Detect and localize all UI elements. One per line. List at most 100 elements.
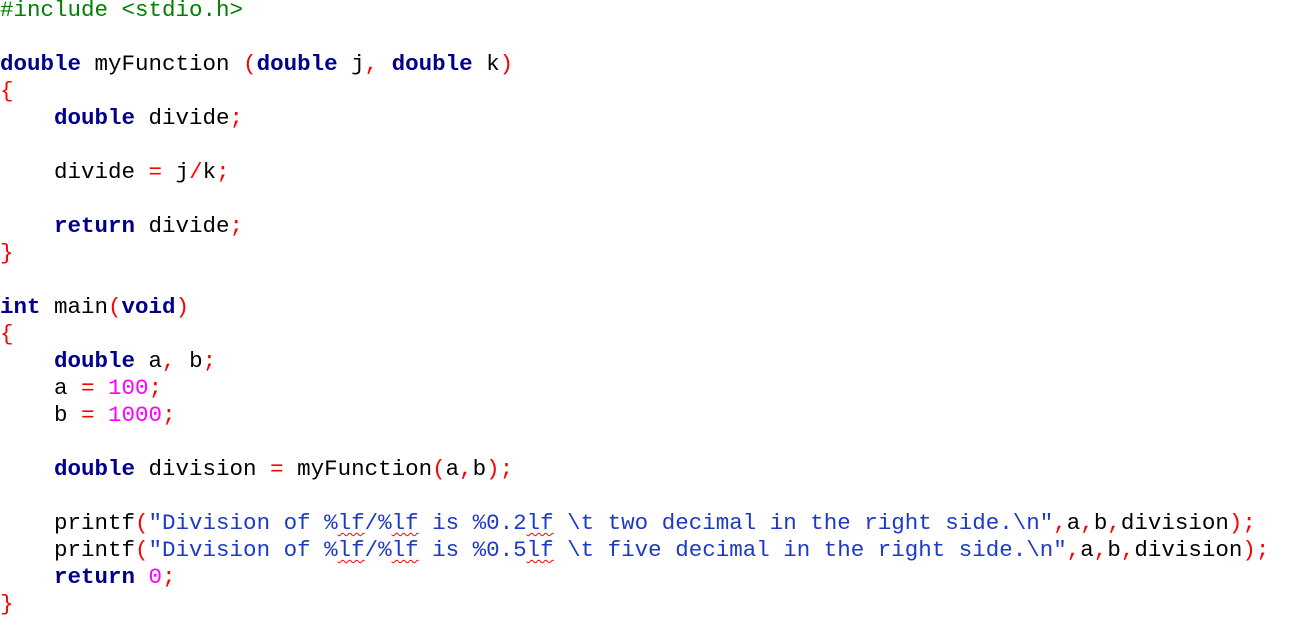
code-line[interactable]: int main(void) bbox=[0, 294, 189, 321]
identifier-token: divide bbox=[0, 159, 149, 185]
identifier-token: division bbox=[135, 456, 271, 482]
code-line[interactable]: double divide; bbox=[0, 105, 243, 132]
string-literal: \t five decimal in the right side.\n" bbox=[553, 537, 1067, 563]
operator-token: ) bbox=[1242, 537, 1256, 563]
identifier-token: a bbox=[445, 456, 460, 482]
keyword-token: double bbox=[54, 348, 136, 374]
number-literal: 0 bbox=[148, 564, 163, 590]
keyword-token: return bbox=[54, 564, 136, 590]
identifier-token bbox=[0, 564, 54, 590]
operator-token: = bbox=[81, 375, 95, 401]
code-line[interactable]: printf("Division of %lf/%lf is %0.2lf \t… bbox=[0, 510, 1256, 537]
code-line[interactable]: #include <stdio.h> bbox=[0, 0, 243, 24]
string-literal: "Division of % bbox=[148, 537, 338, 563]
identifier-token: j bbox=[337, 51, 365, 77]
operator-token: ( bbox=[135, 510, 149, 536]
operator-token: } bbox=[0, 591, 14, 617]
identifier-token: a bbox=[1066, 510, 1081, 536]
operator-token: , bbox=[1120, 537, 1135, 563]
operator-token: ( bbox=[108, 294, 122, 320]
operator-token: ) bbox=[1228, 510, 1243, 536]
string-literal: is %0.5 bbox=[418, 537, 527, 563]
keyword-token: int bbox=[0, 294, 41, 320]
identifier-token: a bbox=[0, 375, 82, 401]
identifier-token bbox=[95, 375, 109, 401]
spellcheck-flagged-token: lf bbox=[526, 510, 554, 536]
spellcheck-flagged-token: lf bbox=[337, 510, 365, 536]
spellcheck-flagged-token: lf bbox=[391, 510, 419, 536]
operator-token: ; bbox=[499, 456, 514, 482]
operator-token: ( bbox=[135, 537, 149, 563]
operator-token: ) bbox=[175, 294, 190, 320]
identifier-token: a bbox=[135, 348, 163, 374]
string-literal: /% bbox=[364, 537, 392, 563]
code-line[interactable]: double division = myFunction(a,b); bbox=[0, 456, 513, 483]
identifier-token: b bbox=[1093, 510, 1108, 536]
identifier-token bbox=[135, 564, 149, 590]
operator-token: ; bbox=[162, 564, 176, 590]
keyword-token: double bbox=[0, 51, 82, 77]
keyword-token: return bbox=[54, 213, 136, 239]
code-line[interactable]: } bbox=[0, 591, 14, 618]
code-line[interactable]: b = 1000; bbox=[0, 402, 176, 429]
keyword-token: double bbox=[54, 456, 136, 482]
code-line[interactable]: printf("Division of %lf/%lf is %0.5lf \t… bbox=[0, 537, 1269, 564]
operator-token: ; bbox=[148, 375, 163, 401]
operator-token: { bbox=[0, 321, 14, 347]
operator-token: , bbox=[1066, 537, 1081, 563]
identifier-token: b bbox=[472, 456, 487, 482]
identifier-token: division bbox=[1120, 510, 1229, 536]
keyword-token: double bbox=[256, 51, 338, 77]
spellcheck-flagged-token: lf bbox=[391, 537, 419, 563]
string-literal: "Division of % bbox=[148, 510, 338, 536]
string-literal: \t two decimal in the right side.\n" bbox=[553, 510, 1054, 536]
operator-token: ; bbox=[162, 402, 176, 428]
operator-token: ( bbox=[243, 51, 257, 77]
identifier-token: j bbox=[162, 159, 190, 185]
code-editor[interactable]: #include <stdio.h> double myFunction (dou… bbox=[0, 0, 1298, 641]
code-line[interactable]: a = 100; bbox=[0, 375, 162, 402]
identifier-token: k bbox=[472, 51, 500, 77]
identifier-token bbox=[0, 348, 54, 374]
operator-token: ; bbox=[216, 159, 230, 185]
number-literal: 100 bbox=[108, 375, 149, 401]
code-line[interactable]: { bbox=[0, 78, 14, 105]
code-line[interactable]: double myFunction (double j, double k) bbox=[0, 51, 513, 78]
operator-token: , bbox=[459, 456, 473, 482]
code-line[interactable]: } bbox=[0, 240, 14, 267]
operator-token: , bbox=[1107, 510, 1121, 536]
identifier-token: k bbox=[202, 159, 217, 185]
operator-token: ; bbox=[202, 348, 217, 374]
code-line[interactable]: return divide; bbox=[0, 213, 243, 240]
operator-token: ; bbox=[1255, 537, 1270, 563]
identifier-token: b bbox=[1107, 537, 1121, 563]
operator-token: , bbox=[162, 348, 176, 374]
identifier-token: b bbox=[0, 402, 82, 428]
number-literal: 1000 bbox=[108, 402, 163, 428]
identifier-token bbox=[0, 105, 54, 131]
operator-token: ) bbox=[499, 51, 514, 77]
operator-token: { bbox=[0, 78, 14, 104]
operator-token: / bbox=[189, 159, 203, 185]
identifier-token: main bbox=[40, 294, 109, 320]
operator-token: = bbox=[270, 456, 284, 482]
identifier-token: a bbox=[1080, 537, 1094, 563]
operator-token: , bbox=[1080, 510, 1094, 536]
keyword-token: double bbox=[54, 105, 136, 131]
keyword-token: double bbox=[391, 51, 473, 77]
identifier-token bbox=[0, 213, 54, 239]
code-line[interactable]: { bbox=[0, 321, 14, 348]
string-literal: is %0.2 bbox=[418, 510, 527, 536]
identifier-token: printf bbox=[0, 537, 136, 563]
operator-token: , bbox=[1093, 537, 1108, 563]
operator-token: ) bbox=[486, 456, 500, 482]
code-line[interactable]: divide = j/k; bbox=[0, 159, 230, 186]
operator-token: } bbox=[0, 240, 14, 266]
spellcheck-flagged-token: lf bbox=[337, 537, 365, 563]
code-line[interactable]: double a, b; bbox=[0, 348, 216, 375]
identifier-token: divide bbox=[135, 213, 230, 239]
identifier-token: printf bbox=[0, 510, 136, 536]
identifier-token: myFunction bbox=[283, 456, 433, 482]
operator-token: = bbox=[81, 402, 95, 428]
code-line[interactable]: return 0; bbox=[0, 564, 176, 591]
